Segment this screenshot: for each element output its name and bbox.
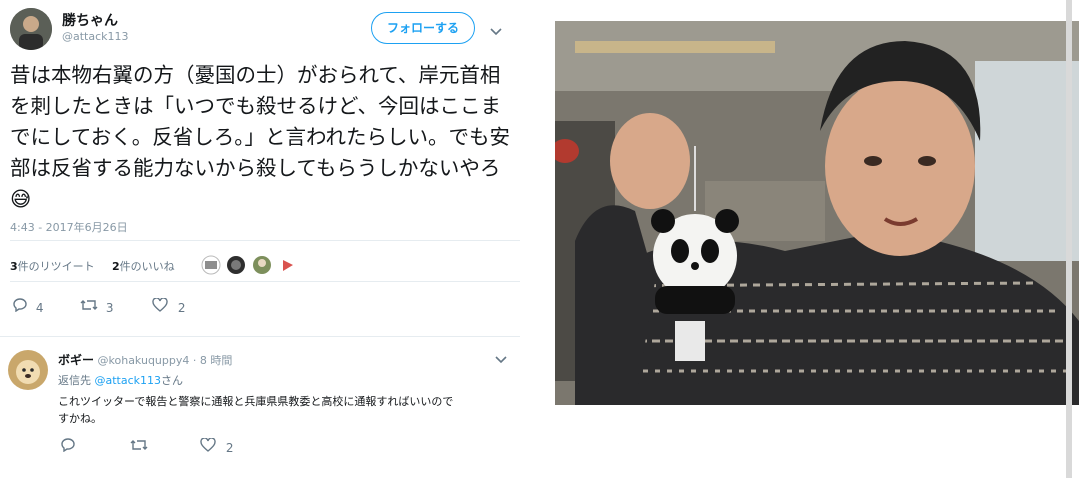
- like-count-label: 件のいいね: [119, 260, 175, 273]
- reply-reply-action[interactable]: [60, 438, 76, 455]
- reply-text-line1: これツイッターで報告と警察に通報と兵庫県県教委と高校に通報すればいいので: [58, 395, 454, 408]
- reply-like-action[interactable]: 2: [200, 437, 234, 455]
- like-count: 2: [112, 260, 120, 273]
- like-action[interactable]: 2: [152, 297, 186, 315]
- author-name[interactable]: 勝ちゃん: [62, 10, 118, 30]
- divider: [10, 281, 520, 282]
- scrollbar[interactable]: [1066, 0, 1072, 478]
- retweet-icon: [80, 300, 98, 310]
- reply-to-suffix: さん: [161, 374, 184, 387]
- reply-avatar[interactable]: [8, 350, 48, 390]
- chevron-down-icon[interactable]: [495, 350, 507, 369]
- reply-action[interactable]: 4: [12, 298, 43, 315]
- heart-icon: [152, 297, 168, 312]
- retweet-count: 3: [10, 260, 18, 273]
- reply-to-prefix: 返信先: [58, 374, 91, 387]
- author-handle[interactable]: @attack113: [62, 30, 129, 43]
- chevron-down-icon[interactable]: [490, 22, 502, 41]
- tweet-timestamp[interactable]: 4:43 - 2017年6月26日: [10, 219, 128, 235]
- retweet-action-count: 3: [105, 301, 114, 315]
- heart-icon: [200, 437, 216, 452]
- like-stats[interactable]: 2件のいいね: [112, 258, 175, 274]
- reply-author-handle[interactable]: @kohakuquppy4: [98, 354, 190, 367]
- follow-button[interactable]: フォローする: [371, 12, 475, 44]
- tweet-card: 勝ちゃん @attack113 フォローする 昔は本物右翼の方（憂国の士）がおら…: [0, 0, 540, 478]
- retweet-stats[interactable]: 3件のリツイート: [10, 258, 95, 274]
- tweet-text: 昔は本物右翼の方（憂国の士）がおられて、岸元首相を刺したときは「いつでも殺せるけ…: [10, 63, 510, 211]
- divider: [0, 336, 520, 337]
- reply-count: 4: [35, 301, 44, 315]
- like-action-count: 2: [177, 301, 186, 315]
- divider: [10, 240, 520, 241]
- retweet-action[interactable]: 3: [80, 298, 113, 315]
- reply-time[interactable]: · 8 時間: [193, 354, 233, 367]
- reply-text-line2: すかね。: [58, 412, 102, 425]
- reply-to-handle[interactable]: @attack113: [95, 374, 162, 387]
- reply-to-line: 返信先 @attack113さん: [58, 372, 183, 388]
- reply-icon: [61, 438, 75, 453]
- photo-man-with-panda: [555, 21, 1079, 405]
- reply-icon: [13, 298, 27, 313]
- reply-retweet-action[interactable]: [130, 438, 148, 455]
- retweet-count-label: 件のリツイート: [17, 260, 95, 273]
- retweet-icon: [130, 440, 148, 450]
- liker-avatars[interactable]: [200, 254, 300, 280]
- reply-header: ボギー @kohakuquppy4 · 8 時間: [58, 351, 232, 368]
- author-avatar[interactable]: [10, 8, 52, 50]
- reply-author-name[interactable]: ボギー: [58, 353, 94, 367]
- reply-like-count: 2: [225, 441, 234, 455]
